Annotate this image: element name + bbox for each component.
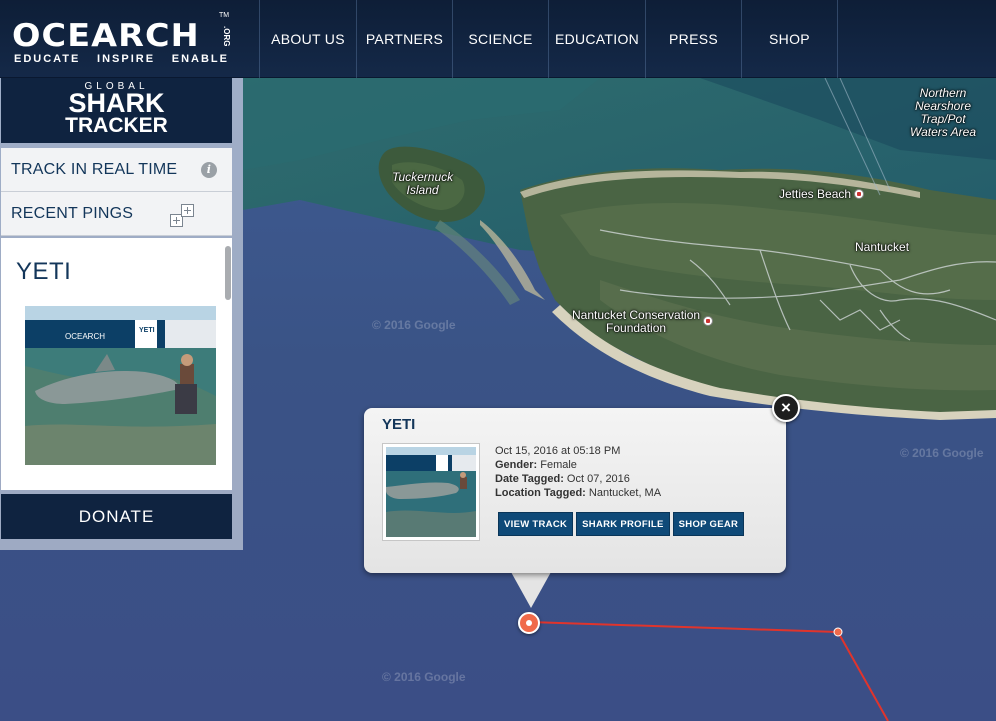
info-icon[interactable]: i xyxy=(201,162,217,178)
shop-gear-button[interactable]: SHOP GEAR xyxy=(672,512,745,536)
popup-thumbnail-image xyxy=(386,447,476,537)
nav-about-us[interactable]: ABOUT US xyxy=(259,0,356,78)
shark-name: YETI xyxy=(16,258,72,285)
donate-button[interactable]: DONATE xyxy=(1,494,232,539)
close-icon[interactable]: × xyxy=(772,394,800,422)
card-scrollbar[interactable] xyxy=(225,246,231,300)
popup-location-row: Location Tagged: Nantucket, MA xyxy=(495,486,661,500)
logo-org-suffix: .ORG xyxy=(222,26,231,47)
nav-shop[interactable]: SHOP xyxy=(741,0,838,78)
jetties-beach-text: Jetties Beach xyxy=(779,187,852,201)
tracker-logo-shark: SHARK xyxy=(68,88,165,118)
tagline-word: INSPIRE xyxy=(97,53,156,65)
shark-info-popup: YETI Oct 15, 2016 at 05:18 PM Gender: Fe… xyxy=(364,408,786,573)
track-in-real-time-toggle[interactable]: TRACK IN REAL TIME i xyxy=(1,148,232,192)
shark-photo-image: OCEARCH YETI xyxy=(25,306,216,465)
nav-science[interactable]: SCIENCE xyxy=(452,0,548,78)
ocearch-logo[interactable]: OCEARCH TM .ORG EDUCATE INSPIRE ENABLE xyxy=(12,12,237,68)
shark-profile-button[interactable]: SHARK PROFILE xyxy=(576,512,670,536)
popup-tagged-row: Date Tagged: Oct 07, 2016 xyxy=(495,472,661,486)
tagline-word: EDUCATE xyxy=(14,53,81,65)
popup-actions: VIEW TRACK SHARK PROFILE SHOP GEAR xyxy=(498,512,745,536)
label-nantucket-conservation[interactable]: Nantucket Conservation Foundation xyxy=(572,308,714,335)
view-track-button[interactable]: VIEW TRACK xyxy=(498,512,574,536)
gender-value: Female xyxy=(540,459,577,471)
logo-trademark: TM xyxy=(219,12,230,19)
shark-photo[interactable]: OCEARCH YETI xyxy=(25,306,216,465)
logo-wordmark: OCEARCH xyxy=(12,18,200,54)
expand-icon[interactable] xyxy=(170,204,196,228)
main-nav: ABOUT US PARTNERS SCIENCE EDUCATION PRES… xyxy=(259,0,838,78)
recent-pings-label: RECENT PINGS xyxy=(11,204,134,222)
nav-education[interactable]: EDUCATION xyxy=(548,0,645,78)
poi-marker-icon xyxy=(703,315,714,326)
site-header: OCEARCH TM .ORG EDUCATE INSPIRE ENABLE A… xyxy=(0,0,996,78)
popup-pointer xyxy=(511,572,551,608)
label-jetties-beach[interactable]: Jetties Beach xyxy=(779,187,865,201)
date-tagged-label: Date Tagged: xyxy=(495,473,564,485)
tagline-word: ENABLE xyxy=(171,53,229,65)
gender-label: Gender: xyxy=(495,459,538,471)
popup-ping-date: Oct 15, 2016 at 05:18 PM xyxy=(495,445,621,457)
label-tuckernuck-island: Tuckernuck Island xyxy=(392,170,454,197)
ping-marker-icon[interactable] xyxy=(518,612,540,634)
nav-partners[interactable]: PARTNERS xyxy=(356,0,452,78)
map-watermark: © 2016 Google xyxy=(900,446,984,460)
photo-brand-text: YETI xyxy=(139,327,155,334)
photo-banner-text: OCEARCH xyxy=(65,332,105,341)
label-nantucket-town: Nantucket xyxy=(855,240,910,254)
label-northern-nearshore: Northern Nearshore Trap/Pot Waters Area xyxy=(910,86,977,139)
shark-tracker-sidebar: GLOBAL SHARK TRACKER TRACK IN REAL TIME … xyxy=(0,78,243,550)
popup-gender-row: Gender: Female xyxy=(495,458,661,472)
map-watermark: © 2016 Google xyxy=(372,318,456,332)
popup-shark-name[interactable]: YETI xyxy=(382,416,415,433)
poi-marker-icon xyxy=(854,188,865,199)
track-in-real-time-label: TRACK IN REAL TIME xyxy=(11,160,178,178)
recent-pings-toggle[interactable]: RECENT PINGS xyxy=(1,192,232,236)
location-tagged-label: Location Tagged: xyxy=(495,487,586,499)
popup-shark-thumbnail[interactable] xyxy=(382,443,480,541)
date-tagged-value: Oct 07, 2016 xyxy=(566,473,630,485)
tracker-logo-tracker: TRACKER xyxy=(65,114,168,137)
location-tagged-value: Nantucket, MA xyxy=(588,487,662,499)
shark-card[interactable]: YETI OCEARCH YETI xyxy=(1,238,232,490)
logo-tagline: EDUCATE INSPIRE ENABLE xyxy=(14,53,229,65)
popup-details: Oct 15, 2016 at 05:18 PM Gender: Female … xyxy=(495,444,661,500)
map-watermark: © 2016 Google xyxy=(382,670,466,684)
nav-press[interactable]: PRESS xyxy=(645,0,741,78)
global-shark-tracker-logo[interactable]: GLOBAL SHARK TRACKER xyxy=(1,78,232,143)
conservation-text: Nantucket Conservation Foundation xyxy=(572,308,701,335)
